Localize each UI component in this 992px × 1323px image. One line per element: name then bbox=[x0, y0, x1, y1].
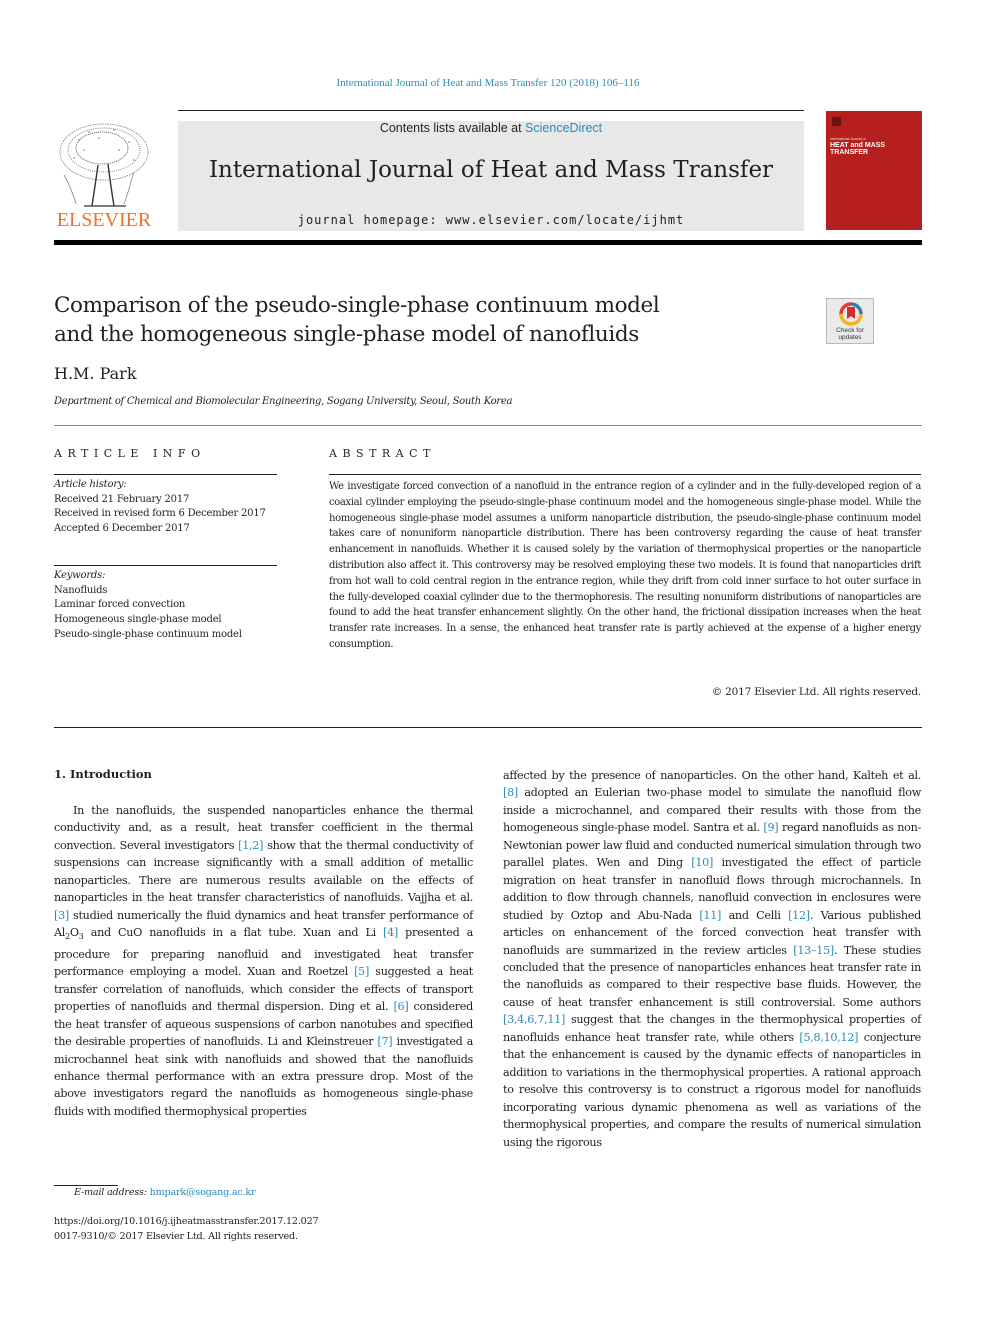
issn-line: 0017-9310/© 2017 Elsevier Ltd. All right… bbox=[54, 1231, 298, 1242]
intro-paragraph: In the nanofluids, the suspended nanopar… bbox=[54, 802, 473, 1120]
citation-link[interactable]: [12] bbox=[788, 909, 810, 922]
history-label: Article history: bbox=[54, 479, 127, 490]
email-link[interactable]: hmpark@sogang.ac.kr bbox=[150, 1187, 256, 1198]
journal-title: International Journal of Heat and Mass T… bbox=[208, 157, 774, 183]
contents-prefix: Contents lists available at bbox=[379, 121, 526, 135]
elsevier-wordmark: ELSEVIER bbox=[56, 209, 152, 231]
article-info-rule bbox=[54, 474, 277, 475]
elsevier-logo[interactable]: ELSEVIER bbox=[54, 120, 154, 232]
abstract-heading: ABSTRACT bbox=[329, 447, 436, 460]
article-info-heading: ARTICLE INFO bbox=[54, 447, 206, 460]
body-text: O bbox=[69, 926, 79, 940]
doi-link[interactable]: https://doi.org/10.1016/j.ijheatmasstran… bbox=[54, 1216, 319, 1227]
cover-title-line-2: TRANSFER bbox=[830, 149, 869, 156]
citation-link[interactable]: [10] bbox=[691, 856, 713, 869]
journal-homepage[interactable]: journal homepage: www.elsevier.com/locat… bbox=[178, 213, 804, 227]
citation-link[interactable]: [3] bbox=[54, 909, 69, 922]
citation-link[interactable]: [1,2] bbox=[238, 839, 263, 852]
keyword-item: Laminar forced convection bbox=[54, 599, 186, 611]
history-received: Received 21 February 2017 bbox=[54, 493, 190, 505]
abstract-bottom-rule bbox=[54, 727, 922, 728]
cover-emblem-icon bbox=[832, 117, 841, 126]
body-column-left: In the nanofluids, the suspended nanopar… bbox=[54, 802, 473, 1120]
citation-link[interactable]: [11] bbox=[699, 909, 721, 922]
check-for-updates-label: Check for updates bbox=[827, 327, 873, 341]
section-heading-introduction: 1. Introduction bbox=[54, 767, 152, 781]
author-name: H.M. Park bbox=[54, 364, 137, 383]
footnote-rule bbox=[54, 1185, 118, 1186]
citation-link[interactable]: [8] bbox=[503, 786, 518, 799]
header-thick-rule bbox=[54, 240, 922, 245]
author-affiliation: Department of Chemical and Biomolecular … bbox=[54, 396, 513, 407]
intro-paragraph-continued: affected by the presence of nanoparticle… bbox=[503, 767, 921, 1151]
body-text: affected by the presence of nanoparticle… bbox=[503, 769, 921, 782]
elsevier-tree-icon bbox=[59, 123, 149, 207]
citation-link[interactable]: [9] bbox=[763, 821, 778, 834]
keyword-item: Pseudo-single-phase continuum model bbox=[54, 628, 242, 640]
check-label-line-1: Check for bbox=[836, 327, 864, 334]
body-text: conjecture that the enhancement is cause… bbox=[503, 1030, 921, 1149]
header-rule bbox=[178, 110, 804, 111]
body-text: and CuO nanofluids in a flat tube. Xuan … bbox=[83, 926, 384, 940]
sciencedirect-link[interactable]: ScienceDirect bbox=[525, 121, 602, 135]
title-line-2: and the homogeneous single-phase model o… bbox=[54, 322, 639, 347]
citation-link[interactable]: [3,4,6,7,11] bbox=[503, 1013, 565, 1026]
citation-link[interactable]: [7] bbox=[377, 1035, 392, 1048]
keywords-rule bbox=[54, 565, 277, 566]
article-title: Comparison of the pseudo-single-phase co… bbox=[54, 291, 754, 349]
check-for-updates-icon bbox=[839, 302, 863, 326]
keyword-item: Nanofluids bbox=[54, 584, 108, 596]
title-line-1: Comparison of the pseudo-single-phase co… bbox=[54, 293, 660, 318]
keywords: Keywords: Nanofluids Laminar forced conv… bbox=[54, 569, 284, 643]
history-revised: Received in revised form 6 December 2017 bbox=[54, 508, 266, 520]
footnote-email: E-mail address: hmpark@sogang.ac.kr bbox=[74, 1187, 256, 1198]
check-label-line-2: updates bbox=[838, 334, 862, 341]
abstract-rule bbox=[329, 474, 921, 475]
cover-big-title: HEAT and MASS TRANSFER bbox=[830, 142, 885, 156]
body-column-right: affected by the presence of nanoparticle… bbox=[503, 767, 921, 1151]
keyword-item: Homogeneous single-phase model bbox=[54, 614, 222, 626]
article-history: Article history: Received 21 February 20… bbox=[54, 478, 284, 537]
citation-link[interactable]: [4] bbox=[383, 926, 398, 939]
cover-title-line-1: HEAT and MASS bbox=[830, 142, 886, 149]
affiliation-rule bbox=[54, 425, 922, 426]
keywords-label: Keywords: bbox=[54, 570, 106, 581]
citation-link[interactable]: [13–15] bbox=[793, 944, 834, 957]
cover-small-title: International Journal of bbox=[830, 137, 866, 141]
history-accepted: Accepted 6 December 2017 bbox=[54, 523, 190, 535]
citation-link[interactable]: [5] bbox=[354, 965, 369, 978]
running-head[interactable]: International Journal of Heat and Mass T… bbox=[0, 77, 976, 89]
citation-link[interactable]: [6] bbox=[393, 1000, 408, 1013]
journal-banner: Contents lists available at ScienceDirec… bbox=[178, 121, 804, 231]
body-text: and Celli bbox=[721, 908, 789, 922]
email-label: E-mail address: bbox=[74, 1187, 150, 1198]
abstract-text: We investigate forced convection of a na… bbox=[329, 481, 921, 650]
citation-link[interactable]: [5,8,10,12] bbox=[799, 1031, 858, 1044]
contents-line: Contents lists available at ScienceDirec… bbox=[178, 121, 804, 135]
check-for-updates-button[interactable]: Check for updates bbox=[826, 298, 874, 344]
journal-cover[interactable]: International Journal of HEAT and MASS T… bbox=[826, 111, 922, 230]
abstract-copyright: © 2017 Elsevier Ltd. All rights reserved… bbox=[711, 686, 921, 698]
